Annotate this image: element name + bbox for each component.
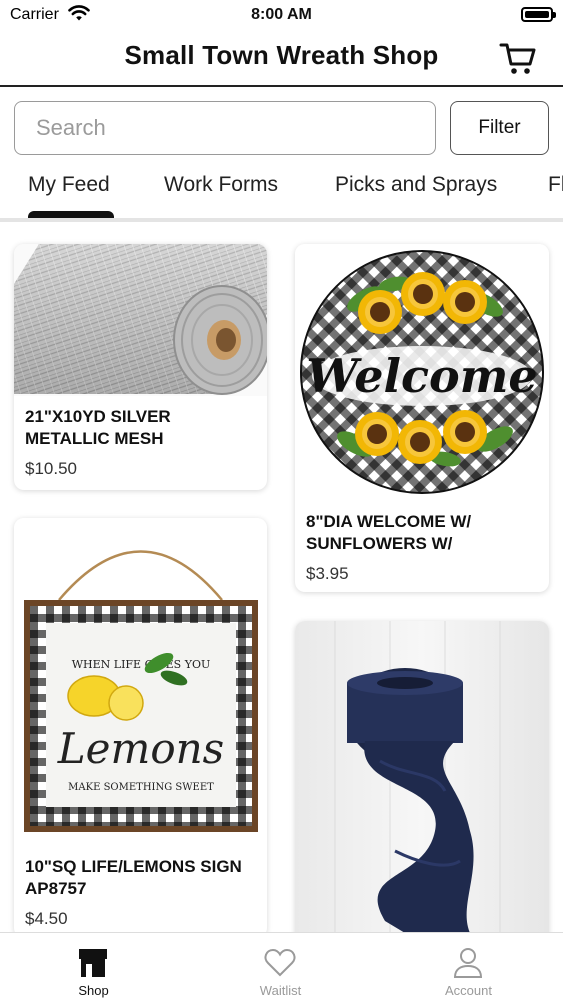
cart-icon[interactable] (499, 39, 537, 77)
person-icon (453, 948, 483, 978)
filter-button[interactable]: Filter (450, 101, 549, 155)
nav-header: Small Town Wreath Shop (0, 30, 563, 87)
product-title: 21"X10YD SILVER METALLIC MESH (25, 407, 171, 448)
page-title: Small Town Wreath Shop (124, 40, 439, 70)
status-bar: Carrier 8:00 AM (0, 0, 563, 30)
lemon-sign-arc-text: WHEN LIFE GIVES YOU (72, 658, 211, 671)
tabbar-label-waitlist: Waitlist (259, 983, 302, 998)
tabs-divider (0, 218, 563, 222)
tabbar-label-account: Account (445, 983, 492, 998)
tabbar-label-shop: Shop (78, 983, 109, 998)
product-price: $3.95 (306, 564, 349, 583)
product-card[interactable] (295, 621, 549, 951)
product-image-navy-ribbon (295, 621, 549, 951)
product-card[interactable]: 21"X10YD SILVER METALLIC MESH $10.50 (14, 244, 267, 490)
product-title: 8"DIA WELCOME W/ SUNFLOWERS W/ (306, 512, 472, 553)
tab-fl[interactable]: Fl (548, 173, 563, 197)
storefront-icon (79, 949, 107, 977)
status-time: 8:00 AM (251, 6, 312, 23)
search-input[interactable] (14, 101, 436, 155)
product-card[interactable]: Welcome 8"DIA WELCOME W/ SUNFLOWERS W/ $… (295, 244, 549, 592)
lemon-sign-main-text: Lemons (57, 724, 224, 773)
product-card[interactable]: WHEN LIFE GIVES YOU Lemons MAKE SOMETHIN… (14, 518, 267, 938)
tab-my-feed[interactable]: My Feed (28, 173, 110, 197)
tabbar-item-shop[interactable]: Shop (0, 933, 187, 1000)
product-price: $10.50 (25, 459, 77, 478)
welcome-sign-text: Welcome (306, 349, 537, 403)
bottom-tab-bar: Shop Waitlist Account (0, 932, 563, 1000)
product-price: $4.50 (25, 909, 68, 928)
product-image-lemons-sign: WHEN LIFE GIVES YOU Lemons MAKE SOMETHIN… (14, 518, 267, 838)
category-tabs: My Feed Work Forms Picks and Sprays Fl (0, 160, 563, 220)
lemon-sign-bottom-text: MAKE SOMETHING SWEET (68, 782, 214, 793)
heart-icon (264, 948, 296, 977)
product-image-silver-mesh (14, 244, 267, 396)
tabbar-item-account[interactable]: Account (375, 933, 562, 1000)
product-title: 10"SQ LIFE/LEMONS SIGN AP8757 (25, 857, 242, 898)
tabbar-item-waitlist[interactable]: Waitlist (187, 933, 374, 1000)
battery-icon (521, 7, 556, 22)
tab-work-forms[interactable]: Work Forms (164, 173, 278, 197)
product-image-welcome-sign: Welcome (295, 244, 549, 499)
tab-picks-and-sprays[interactable]: Picks and Sprays (335, 173, 497, 197)
